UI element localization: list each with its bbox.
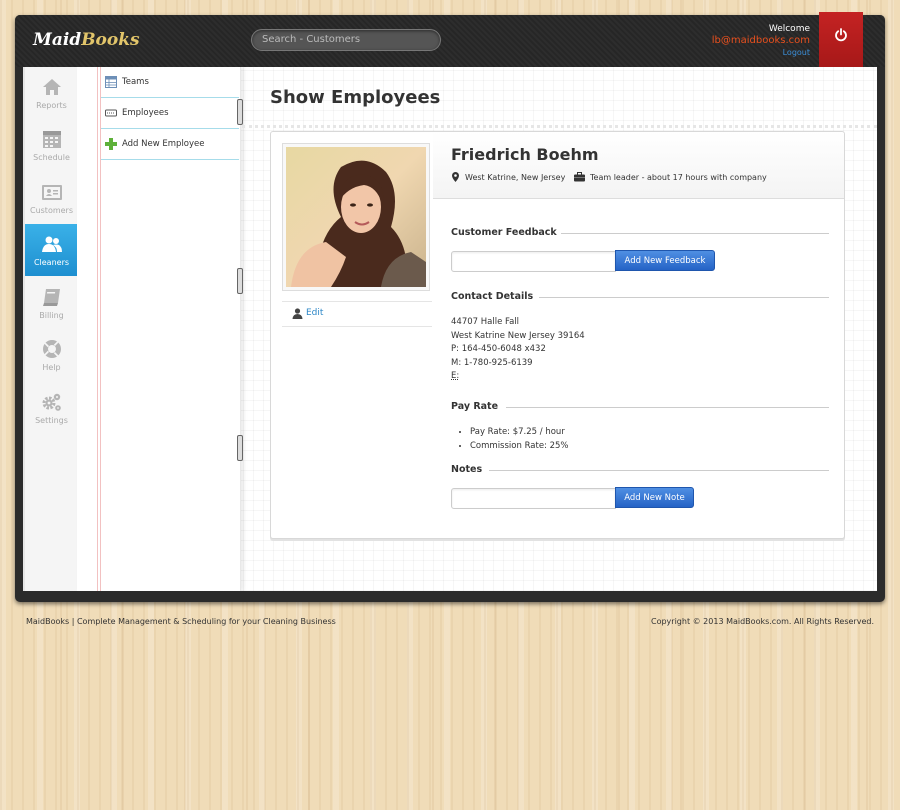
heading-rule: [561, 233, 829, 234]
user-welcome: Welcome lb@maidbooks.com Logout: [712, 23, 810, 59]
add-feedback-button[interactable]: Add New Feedback: [615, 250, 715, 271]
employee-header: [433, 132, 844, 199]
content-area: Reports Schedule Customers Cleaners Bill…: [23, 67, 877, 591]
employee-name: Friedrich Boehm: [451, 145, 599, 164]
submenu-item-label: Add New Employee: [122, 139, 205, 149]
location-text: West Katrine, New Jersey: [465, 173, 566, 182]
submenu-item-teams[interactable]: Teams: [101, 67, 239, 98]
customer-feedback-heading: Customer Feedback: [451, 227, 829, 238]
mobile-number: M: 1-780-925-6139: [451, 357, 533, 368]
user-email-link[interactable]: lb@maidbooks.com: [712, 35, 810, 47]
heading-rule: [539, 297, 829, 298]
users-icon: [41, 236, 62, 252]
sidebar-item-label: Reports: [36, 101, 67, 110]
sidebar-item-help[interactable]: Help: [25, 329, 78, 381]
binder-ring: [237, 268, 243, 294]
submenu-item-label: Employees: [122, 108, 169, 118]
address-line-2: West Katrine New Jersey 39164: [451, 330, 585, 341]
sidebar-item-label: Customers: [29, 206, 74, 215]
logo-books-text: Books: [81, 30, 140, 50]
employee-photo: [286, 147, 426, 287]
power-icon: [835, 28, 847, 42]
employee-location: West Katrine, New Jersey: [451, 172, 565, 182]
sub-menu: Teams Employees Add New Employee: [77, 67, 241, 591]
commission-rate-item: Commission Rate: 25%: [470, 440, 569, 454]
footer-copyright: Copyright © 2013 MaidBooks.com. All Righ…: [651, 617, 874, 626]
book-icon: [42, 289, 60, 306]
sidebar-item-billing[interactable]: Billing: [25, 277, 78, 329]
heading-rule: [489, 470, 829, 471]
submenu-item-label: Teams: [122, 77, 149, 87]
notes-heading: Notes: [451, 464, 829, 475]
contact-details-heading: Contact Details: [451, 291, 829, 302]
heading-text: Customer Feedback: [451, 227, 557, 238]
pay-rate-item: Pay Rate: $7.25 / hour: [470, 426, 569, 440]
home-icon: [42, 79, 61, 95]
address-line-1: 44707 Halle Fall: [451, 317, 520, 327]
map-pin-icon: [452, 172, 459, 182]
person-icon: [292, 308, 303, 319]
employee-photo-frame: [282, 143, 430, 291]
plus-icon: [105, 138, 117, 150]
notes-input[interactable]: [451, 488, 616, 509]
briefcase-icon: [574, 172, 585, 182]
heading-text: Contact Details: [451, 291, 534, 302]
footer-tagline: MaidBooks | Complete Management & Schedu…: [26, 617, 336, 626]
binder-ring: [237, 435, 243, 461]
calendar-icon: [42, 131, 61, 148]
app-frame: MaidBooks Search - Customers Welcome lb@…: [15, 12, 885, 602]
sidebar-item-label: Settings: [35, 416, 68, 425]
employee-role: Team leader - about 17 hours with compan…: [574, 172, 767, 182]
pay-rate-list: Pay Rate: $7.25 / hour Commission Rate: …: [451, 426, 569, 453]
search-input[interactable]: Search - Customers: [251, 29, 441, 51]
heading-text: Pay Rate: [451, 401, 499, 412]
sidebar-item-settings[interactable]: Settings: [25, 382, 78, 434]
heading-rule: [506, 407, 829, 408]
sidebar-item-label: Billing: [39, 311, 64, 320]
role-text: Team leader - about 17 hours with compan…: [590, 173, 767, 182]
contact-card-icon: [41, 185, 62, 200]
app-logo[interactable]: MaidBooks: [33, 30, 140, 50]
heading-text: Notes: [451, 464, 483, 475]
add-note-button[interactable]: Add New Note: [615, 487, 694, 508]
email-address: E:: [451, 371, 460, 381]
sidebar-item-reports[interactable]: Reports: [25, 67, 78, 119]
edit-label: Edit: [306, 308, 324, 318]
table-icon: [105, 76, 117, 88]
pay-rate-heading: Pay Rate: [451, 401, 829, 412]
phone-number: P: 164-450-6048 x432: [451, 344, 546, 354]
submenu-item-employees[interactable]: Employees: [101, 98, 239, 129]
sidebar-item-label: Help: [42, 363, 61, 372]
lifebuoy-icon: [42, 340, 61, 358]
welcome-text: Welcome: [768, 24, 810, 34]
icon-sidebar: Reports Schedule Customers Cleaners Bill…: [23, 67, 79, 591]
sidebar-item-label: Schedule: [33, 153, 70, 162]
gears-icon: [42, 393, 61, 411]
margin-line: [97, 67, 98, 591]
sidebar-item-customers[interactable]: Customers: [25, 172, 78, 224]
contact-details: 44707 Halle Fall West Katrine New Jersey…: [451, 316, 585, 384]
top-bar: MaidBooks Search - Customers Welcome lb@…: [15, 12, 885, 87]
page-title: Show Employees: [270, 87, 441, 108]
logout-link[interactable]: Logout: [712, 47, 810, 59]
edit-employee-button[interactable]: Edit: [282, 301, 432, 327]
title-divider: [242, 125, 877, 128]
submenu-item-add-employee[interactable]: Add New Employee: [101, 129, 239, 160]
logo-maid-text: Maid: [33, 30, 82, 50]
sidebar-item-schedule[interactable]: Schedule: [25, 119, 78, 171]
id-card-icon: [105, 109, 117, 117]
sidebar-item-label: Cleaners: [33, 258, 70, 267]
sidebar-item-cleaners[interactable]: Cleaners: [25, 224, 78, 276]
binder-ring: [237, 99, 243, 125]
feedback-input[interactable]: [451, 251, 616, 272]
employee-card: Edit Friedrich Boehm West Katrine, New J…: [270, 131, 845, 539]
